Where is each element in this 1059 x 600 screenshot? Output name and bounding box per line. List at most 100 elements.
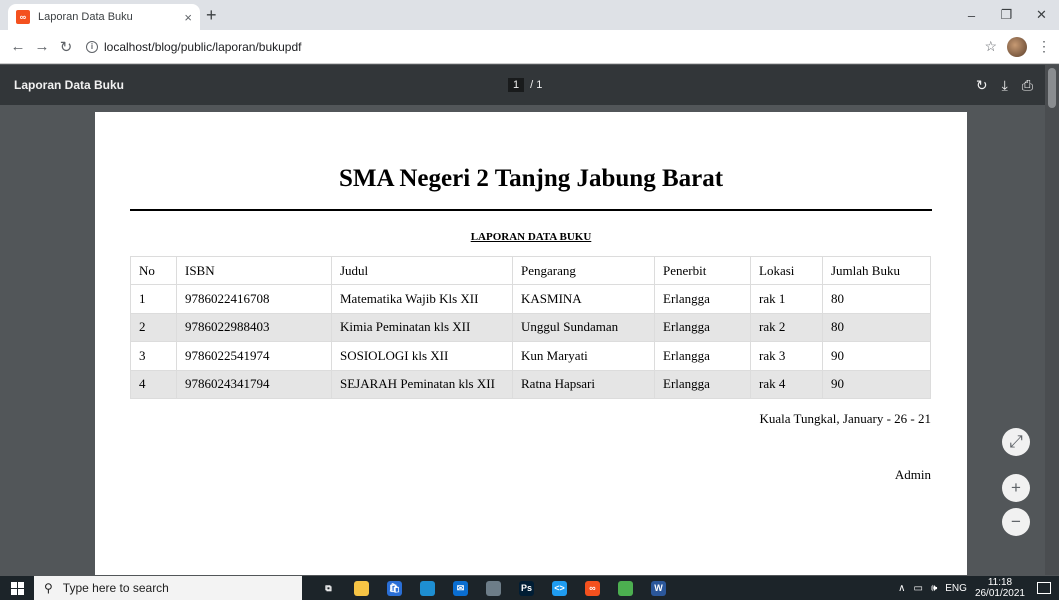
cell-jumlah: 80 (822, 312, 931, 343)
zoom-out-button[interactable]: − (1002, 508, 1030, 536)
profile-avatar[interactable] (1007, 36, 1027, 57)
table-row: 2 9786022988403 Kimia Peminatan kls XII … (130, 312, 931, 343)
pdf-page: SMA Negeri 2 Tanjng Jabung Barat LAPORAN… (95, 112, 967, 575)
close-window-button[interactable]: ✕ (1024, 0, 1059, 30)
site-info-icon[interactable]: i (86, 40, 98, 53)
url-text: localhost/blog/public/laporan/bukupdf (104, 39, 302, 54)
header-judul: Judul (331, 255, 513, 286)
table-row: 3 9786022541974 SOSIOLOGI kls XII Kun Ma… (130, 341, 931, 371)
store-icon[interactable]: 🛍 (378, 576, 411, 600)
cell-penerbit: Erlangga (654, 284, 751, 314)
header-no: No (130, 255, 177, 286)
tray-chevron-icon[interactable]: ∧ (898, 583, 905, 594)
cell-judul: SEJARAH Peminatan kls XII (331, 369, 513, 399)
vscode-icon[interactable]: <> (543, 576, 576, 600)
cell-lokasi: rak 1 (750, 284, 823, 314)
word-icon[interactable]: W (642, 576, 675, 600)
window-controls: – ❐ ✕ (954, 0, 1059, 30)
reload-icon[interactable]: ↻ (54, 38, 78, 56)
scroll-thumb[interactable] (1048, 68, 1056, 108)
report-title: LAPORAN DATA BUKU (470, 231, 592, 243)
cell-isbn: 9786022416708 (176, 284, 332, 314)
cell-pengarang: KASMINA (512, 284, 655, 314)
cell-penerbit: Erlangga (654, 369, 751, 399)
table-row: 1 9786022416708 Matematika Wajib Kls XII… (130, 284, 931, 314)
cell-judul: Matematika Wajib Kls XII (331, 284, 513, 314)
mail-icon[interactable]: ✉ (444, 576, 477, 600)
table-header-row: No ISBN Judul Pengarang Penerbit Lokasi … (130, 255, 931, 286)
paint-icon[interactable] (477, 576, 510, 600)
file-explorer-icon[interactable] (345, 576, 378, 600)
zoom-in-button[interactable]: + (1002, 474, 1030, 502)
photoshop-icon[interactable]: Ps (510, 576, 543, 600)
task-view-icon[interactable]: ⧉ (312, 576, 345, 600)
tab-title: Laporan Data Buku (38, 11, 133, 23)
volume-icon[interactable]: 🕪 (931, 583, 937, 594)
header-isbn: ISBN (176, 255, 332, 286)
cell-pengarang: Unggul Sundaman (512, 312, 655, 343)
tab-close-icon[interactable]: × (184, 10, 192, 25)
chrome-icon[interactable] (609, 576, 642, 600)
book-table: No ISBN Judul Pengarang Penerbit Lokasi … (130, 255, 931, 399)
header-pengarang: Pengarang (512, 255, 655, 286)
minus-icon: − (1011, 512, 1021, 531)
system-tray: ∧ ▭ 🕪 ENG 11:18 26/01/2021 (898, 576, 1059, 600)
fit-page-button[interactable]: ⤢ (1002, 428, 1030, 456)
clock-time: 11:18 (987, 577, 1013, 588)
bookmark-star-icon[interactable]: ☆ (984, 38, 997, 55)
edge-icon[interactable] (411, 576, 444, 600)
cell-pengarang: Ratna Hapsari (512, 369, 655, 399)
language-indicator[interactable]: ENG (945, 583, 967, 594)
browser-menu-icon[interactable]: ⋮ (1037, 38, 1051, 55)
xampp-favicon-icon: ∞ (16, 10, 30, 24)
cell-pengarang: Kun Maryati (512, 341, 655, 371)
rotate-icon[interactable]: ↻ (976, 77, 988, 94)
table-row: 4 9786024341794 SEJARAH Peminatan kls XI… (130, 369, 931, 399)
cell-lokasi: rak 4 (750, 369, 823, 399)
plus-icon: + (1011, 478, 1021, 497)
cell-isbn: 9786022541974 (176, 341, 332, 371)
cell-judul: SOSIOLOGI kls XII (331, 341, 513, 371)
battery-icon[interactable]: ▭ (914, 583, 923, 594)
browser-tab-bar: ∞ Laporan Data Buku × + – ❐ ✕ (0, 0, 1059, 30)
search-placeholder: Type here to search (62, 581, 169, 595)
cell-no: 4 (130, 369, 177, 399)
new-tab-button[interactable]: + (206, 5, 217, 25)
pdf-toolbar: Laporan Data Buku 1 / 1 ↻ ⤓ ⎙ (0, 65, 1059, 105)
current-page-input[interactable]: 1 (508, 78, 525, 92)
start-button[interactable] (0, 576, 34, 600)
print-icon[interactable]: ⎙ (1022, 77, 1033, 94)
taskbar-search[interactable]: ⚲ Type here to search (34, 576, 302, 600)
back-arrow-icon[interactable]: ← (6, 38, 30, 55)
cell-lokasi: rak 2 (750, 312, 823, 343)
school-name: SMA Negeri 2 Tanjng Jabung Barat (338, 165, 724, 192)
windows-taskbar: ⚲ Type here to search ⧉ 🛍 ✉ Ps <> ∞ W ∧ ▭ 🕪 EN… (0, 576, 1059, 600)
cell-penerbit: Erlangga (654, 341, 751, 371)
cell-jumlah: 90 (822, 341, 931, 371)
notification-icon[interactable] (1037, 582, 1051, 594)
clock-date: 26/01/2021 (974, 588, 1025, 599)
taskbar-apps: ⧉ 🛍 ✉ Ps <> ∞ W (312, 576, 675, 600)
total-pages: / 1 (530, 79, 543, 91)
windows-logo-icon (10, 581, 24, 595)
cell-judul: Kimia Peminatan kls XII (331, 312, 513, 343)
browser-tab[interactable]: ∞ Laporan Data Buku × (8, 4, 200, 30)
clock[interactable]: 11:18 26/01/2021 (975, 577, 1025, 599)
forward-arrow-icon[interactable]: → (30, 38, 54, 55)
cell-penerbit: Erlangga (654, 312, 751, 343)
header-penerbit: Penerbit (654, 255, 751, 286)
header-lokasi: Lokasi (750, 255, 823, 286)
minimize-button[interactable]: – (954, 0, 989, 30)
url-field[interactable]: i localhost/blog/public/laporan/bukupdf (86, 34, 974, 60)
header-jumlah: Jumlah Buku (822, 255, 931, 286)
search-icon: ⚲ (44, 581, 53, 595)
download-icon[interactable]: ⤓ (1002, 77, 1008, 94)
cell-isbn: 9786024341794 (176, 369, 332, 399)
scrollbar[interactable] (1045, 65, 1059, 575)
divider (130, 209, 932, 211)
xampp-icon[interactable]: ∞ (576, 576, 609, 600)
sign-name: Admin (894, 467, 931, 482)
cell-jumlah: 80 (822, 284, 931, 314)
maximize-button[interactable]: ❐ (989, 0, 1024, 30)
fit-page-icon: ⤢ (1009, 432, 1023, 451)
